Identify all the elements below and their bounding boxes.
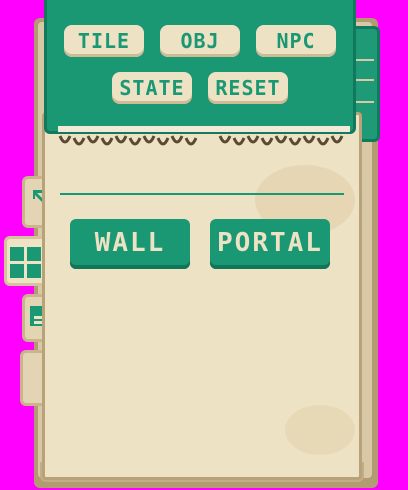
portal-button-label: PORTAL [217,228,323,258]
npc-button-label: NPC [276,29,316,53]
grid-icon [10,247,42,279]
section-divider [60,193,344,195]
top-toolbar [44,0,356,134]
state-button-label: STATE [119,76,185,100]
reset-button-label: RESET [215,76,281,100]
paper-stain [285,405,355,455]
portal-button[interactable]: PORTAL [210,219,330,269]
reset-button[interactable]: RESET [208,72,288,104]
binding-rings [58,126,350,146]
notebook-page [42,112,362,480]
wall-button-label: WALL [94,228,166,258]
obj-button-label: OBJ [180,29,220,53]
wall-button[interactable]: WALL [70,219,190,269]
state-button[interactable]: STATE [112,72,192,104]
npc-button[interactable]: NPC [256,25,336,57]
obj-button[interactable]: OBJ [160,25,240,57]
tile-button-label: TILE [77,29,131,53]
tile-button[interactable]: TILE [64,25,144,57]
side-tab-grid[interactable] [4,236,46,286]
